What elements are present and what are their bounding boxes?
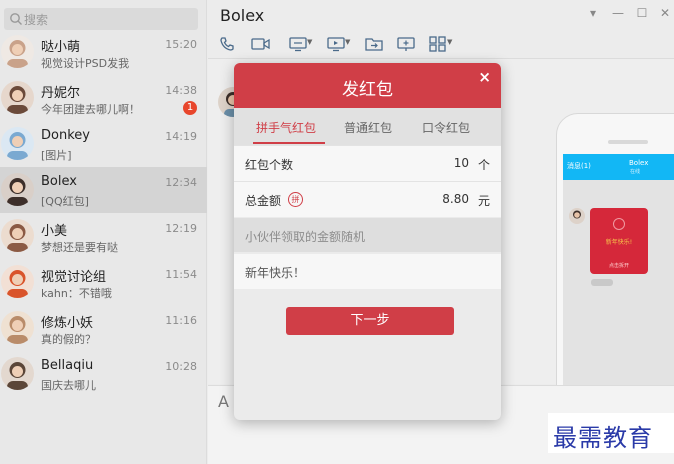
greeting-field[interactable]: 新年快乐！ (234, 254, 501, 289)
total-amount-unit: 元 (477, 194, 490, 208)
packet-count-label: 红包个数 (245, 158, 294, 172)
conversation-item[interactable]: 修炼小妖真的假的？ 11:16 (0, 305, 207, 351)
packet-text: 新年快乐! (605, 239, 633, 246)
packet-count-unit: 个 (477, 158, 490, 172)
watermark: 最需教育 (548, 413, 674, 453)
conversation-sidebar: 搜索 哒小萌视觉设计PSD发我 15:20 丹妮尔今年团建去哪儿啊！ 14:38 1 Do… (0, 0, 207, 464)
conversation-preview: 真的假的？ (41, 333, 96, 346)
conversation-name: 哒小萌 (41, 40, 81, 55)
dialog-header: 发红包 × (234, 63, 501, 108)
maximize-button[interactable]: ☐ (635, 6, 649, 20)
avatar (1, 35, 34, 68)
packet-open-label: 点击拆开 (608, 263, 629, 269)
search-input[interactable]: 搜索 (24, 11, 48, 28)
avatar (1, 219, 34, 252)
dialog-title: 发红包 (342, 80, 393, 100)
search-box[interactable]: 搜索 (4, 8, 198, 30)
conversation-time: 14:38 (165, 84, 197, 97)
conversation-name: 视觉讨论组 (41, 270, 107, 285)
menu-dropdown-icon[interactable]: ▾ (586, 6, 600, 20)
whiteboard-icon[interactable] (396, 33, 422, 55)
total-amount-field[interactable]: 总金额 拼 8.80 元 (234, 181, 501, 217)
conversation-item[interactable]: 视觉讨论组 kahn：不错哦 11:54 (0, 259, 207, 305)
conversation-preview: 梦想还是要有哒 (41, 241, 118, 254)
active-tab-indicator (253, 142, 325, 144)
avatar (1, 127, 34, 160)
packet-seal-icon (613, 218, 625, 230)
tab-normal-packet[interactable]: 普通红包 (344, 119, 392, 136)
close-icon[interactable]: × (478, 68, 491, 86)
next-step-button[interactable]: 下一步 (286, 307, 454, 335)
conversation-name: 修炼小妖 (41, 316, 94, 331)
message-tag (591, 279, 613, 286)
avatar (1, 173, 34, 206)
conversation-preview: 视觉设计PSD发我 (41, 57, 130, 70)
phone-subtitle: 在线 (630, 169, 641, 175)
close-window-button[interactable]: ✕ (658, 6, 672, 20)
conversation-name: Bolex (41, 174, 77, 189)
minimize-button[interactable]: — (611, 6, 625, 20)
file-transfer-icon[interactable] (364, 33, 390, 55)
conversation-preview: 今年团建去哪儿啊！ (41, 103, 140, 116)
avatar (1, 81, 34, 114)
phone-title: Bolex (629, 159, 649, 167)
search-icon (10, 13, 22, 25)
conversation-time: 14:19 (165, 130, 197, 143)
remote-desktop-icon[interactable]: ▼ (326, 33, 352, 55)
conversation-item[interactable]: 小美梦想还是要有哒 12:19 (0, 213, 207, 259)
video-icon[interactable] (250, 33, 276, 55)
tab-password-packet[interactable]: 口令红包 (422, 119, 470, 136)
conversation-preview: [QQ红包] (41, 195, 89, 208)
conversation-time: 11:54 (165, 268, 197, 281)
phone-speaker (608, 140, 648, 144)
random-badge-icon: 拼 (288, 192, 303, 207)
packet-count-input[interactable]: 10 (454, 156, 469, 170)
conversation-name: 丹妮尔 (41, 86, 81, 101)
avatar (1, 265, 34, 298)
screen-share-icon[interactable]: ▼ (288, 33, 314, 55)
greeting-input[interactable]: 新年快乐！ (245, 264, 305, 281)
red-packet-message[interactable]: 新年快乐! 点击拆开 (590, 208, 648, 274)
conversation-name: Bellaqiu (41, 358, 94, 373)
conversation-time: 12:19 (165, 222, 197, 235)
conversation-name: Donkey (41, 128, 90, 143)
font-icon[interactable]: A (218, 392, 229, 411)
total-amount-input[interactable]: 8.80 (442, 192, 469, 206)
unread-badge: 1 (183, 101, 197, 115)
conversation-item[interactable]: 丹妮尔今年团建去哪儿啊！ 14:38 1 (0, 75, 207, 121)
apps-icon[interactable]: ▼ (428, 33, 454, 55)
tab-lucky-packet[interactable]: 拼手气红包 (256, 119, 316, 136)
avatar (1, 311, 34, 344)
conversation-item[interactable]: Bolex [QQ红包] 12:34 (0, 167, 207, 213)
conversation-item[interactable]: Donkey [图片] 14:19 (0, 121, 207, 167)
phone-back-label: 消息(1) (567, 162, 591, 170)
conversation-time: 15:20 (165, 38, 197, 51)
phone-icon[interactable] (218, 33, 244, 55)
packet-count-field[interactable]: 红包个数 10 个 (234, 145, 501, 181)
avatar (569, 208, 585, 224)
envelope-type-tabs: 拼手气红包 普通红包 口令红包 (234, 108, 501, 145)
phone-header: 消息(1) Bolex 在线 (563, 154, 674, 180)
conversation-item[interactable]: Bellaqiu 国庆去哪儿 10:28 (0, 351, 207, 397)
conversation-time: 11:16 (165, 314, 197, 327)
red-envelope-dialog: 发红包 × 拼手气红包 普通红包 口令红包 红包个数 10 个 总金额 拼 8.… (234, 63, 501, 420)
conversation-preview: kahn：不错哦 (41, 287, 112, 300)
conversation-preview: [图片] (41, 149, 72, 162)
conversation-item[interactable]: 哒小萌视觉设计PSD发我 15:20 (0, 29, 207, 75)
avatar (1, 357, 34, 390)
watermark-text: 最需教育 (553, 424, 653, 452)
conversation-time: 12:34 (165, 176, 197, 189)
conversation-preview: 国庆去哪儿 (41, 379, 96, 392)
conversation-time: 10:28 (165, 360, 197, 373)
total-amount-label: 总金额 (245, 194, 282, 208)
chat-title: Bolex (220, 6, 265, 25)
random-amount-note: 小伙伴领取的金额随机 (234, 218, 501, 252)
note-text: 小伙伴领取的金额随机 (245, 230, 366, 244)
conversation-name: 小美 (41, 224, 68, 239)
